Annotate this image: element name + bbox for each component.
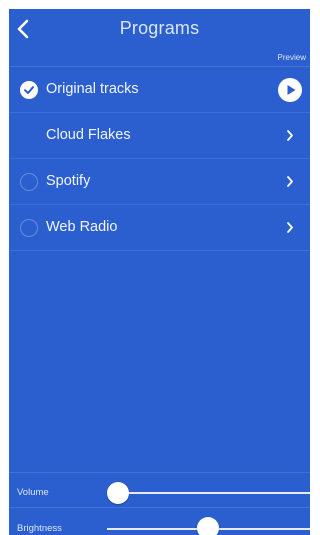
preview-label: Preview bbox=[277, 53, 306, 62]
program-item-spotify[interactable]: Spotify bbox=[9, 158, 310, 204]
program-label: Web Radio bbox=[46, 219, 118, 235]
program-label: Spotify bbox=[46, 173, 91, 189]
brightness-slider-thumb[interactable] bbox=[197, 517, 219, 535]
program-item-cloud-flakes[interactable]: Cloud Flakes bbox=[9, 112, 310, 158]
page-title: Programs bbox=[119, 18, 200, 38]
header-bar: Programs bbox=[9, 9, 310, 49]
checkmark-icon[interactable] bbox=[20, 81, 38, 99]
program-label: Cloud Flakes bbox=[46, 127, 131, 143]
volume-track[interactable] bbox=[118, 492, 310, 494]
chevron-right-icon bbox=[287, 130, 293, 141]
volume-control: Volume bbox=[9, 472, 310, 508]
radio-circle-icon[interactable] bbox=[20, 173, 38, 191]
chevron-right-icon bbox=[287, 222, 293, 233]
brightness-label: Brightness bbox=[17, 523, 62, 534]
controls-panel: Volume Brightness bbox=[9, 472, 310, 535]
play-icon bbox=[287, 85, 296, 95]
program-item-original-tracks[interactable]: Original tracks bbox=[9, 66, 310, 112]
programs-screen: Programs Preview Original tracks Cloud F… bbox=[9, 9, 310, 535]
program-item-web-radio[interactable]: Web Radio bbox=[9, 204, 310, 251]
brightness-control: Brightness bbox=[9, 507, 310, 535]
programs-list: Original tracks Cloud Flakes Spotify Web… bbox=[9, 66, 310, 251]
chevron-right-icon bbox=[287, 176, 293, 187]
program-label: Original tracks bbox=[46, 81, 139, 97]
preview-play-button[interactable] bbox=[278, 78, 302, 102]
radio-circle-icon[interactable] bbox=[20, 219, 38, 237]
volume-label: Volume bbox=[17, 487, 49, 498]
volume-slider-thumb[interactable] bbox=[107, 482, 129, 504]
